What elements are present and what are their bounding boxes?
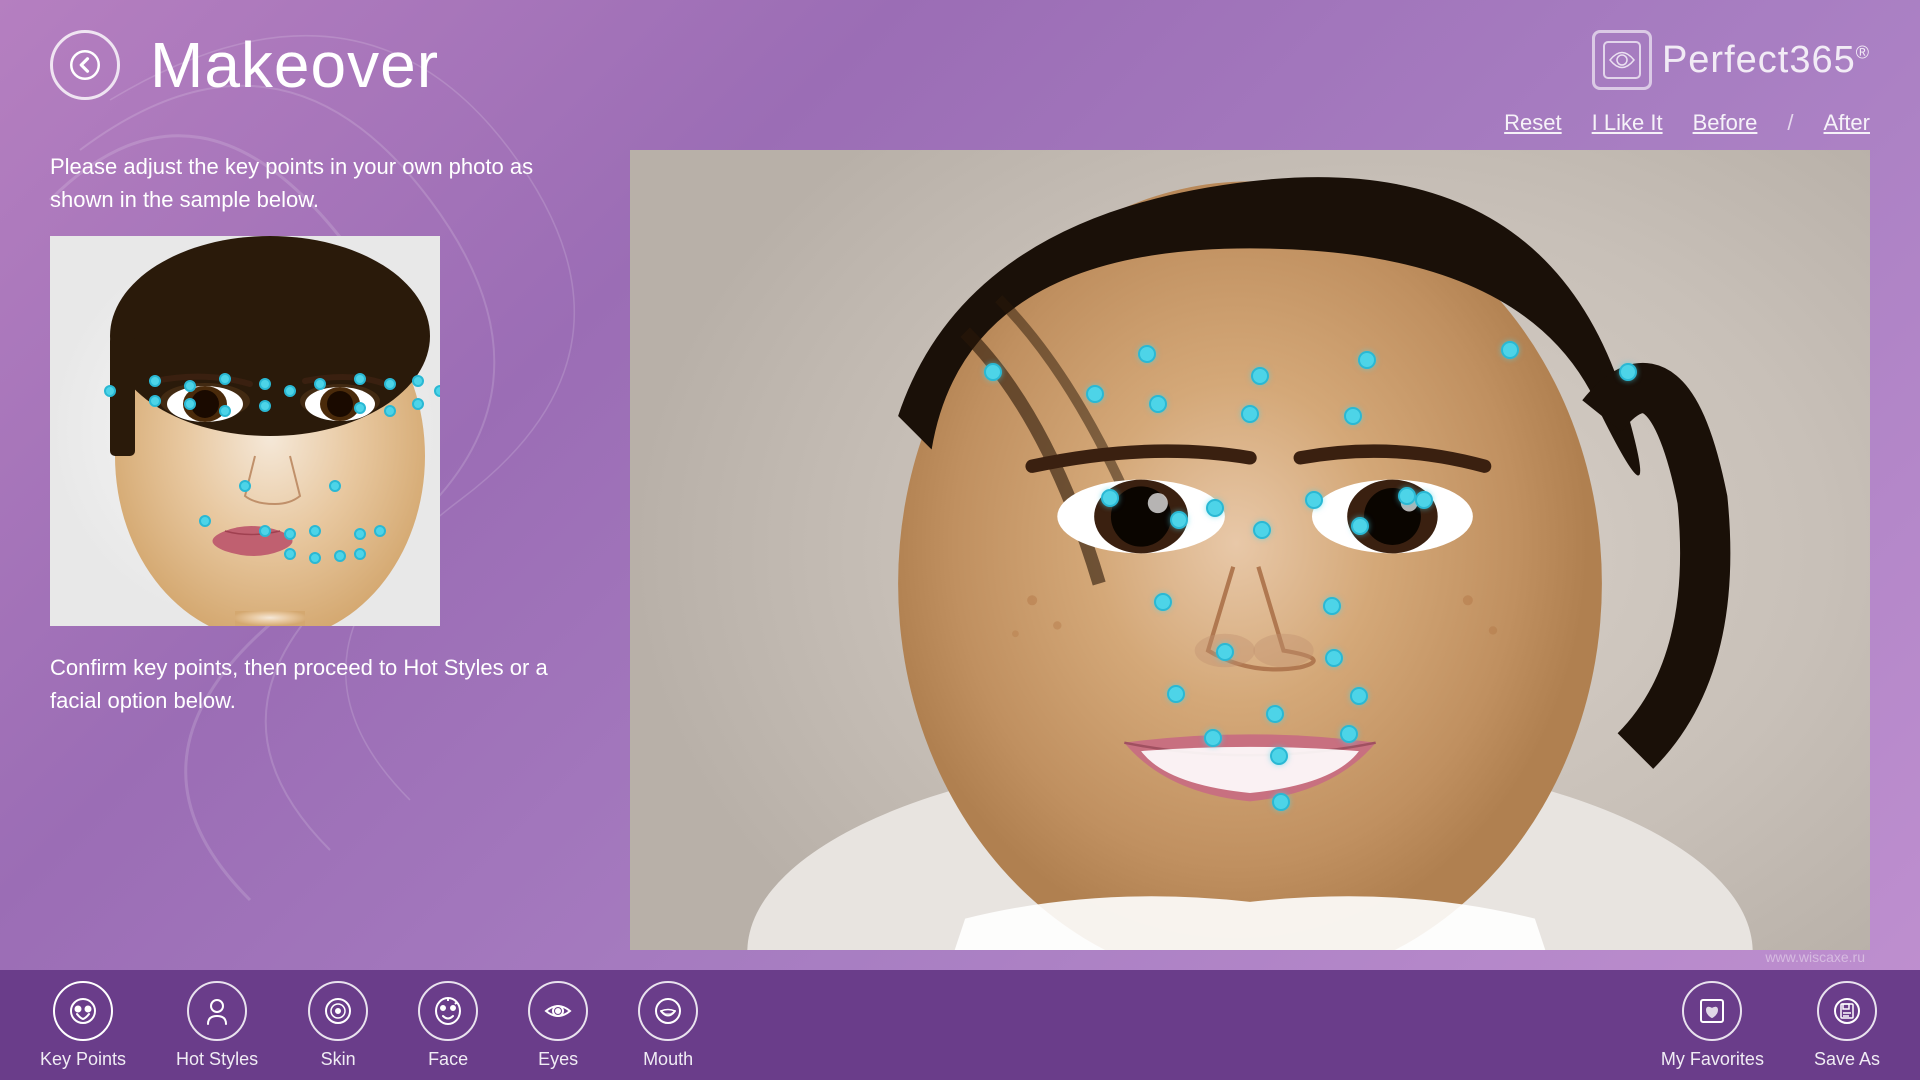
skin-label: Skin xyxy=(321,1049,356,1070)
toolbar-left: Key Points Hot Styles Skin xyxy=(40,981,698,1070)
main-keypoint[interactable] xyxy=(1170,511,1188,529)
toolbar-item-my-favorites[interactable]: My Favorites xyxy=(1661,981,1764,1070)
face-svg xyxy=(50,236,440,626)
eyes-label: Eyes xyxy=(538,1049,578,1070)
main-photo-area xyxy=(630,150,1870,950)
instruction-bottom: Confirm key points, then proceed to Hot … xyxy=(50,651,590,717)
main-keypoint[interactable] xyxy=(1350,687,1368,705)
back-button[interactable] xyxy=(50,30,120,100)
toolbar-item-hot-styles[interactable]: Hot Styles xyxy=(176,981,258,1070)
main-keypoint[interactable] xyxy=(1323,597,1341,615)
main-keypoint[interactable] xyxy=(1344,407,1362,425)
sample-image-container xyxy=(50,236,440,626)
toolbar-item-eyes[interactable]: Eyes xyxy=(528,981,588,1070)
save-as-icon xyxy=(1817,981,1877,1041)
hot-styles-icon xyxy=(187,981,247,1041)
page-title: Makeover xyxy=(150,28,439,102)
mouth-icon xyxy=(638,981,698,1041)
mouth-label: Mouth xyxy=(643,1049,693,1070)
toolbar-item-face[interactable]: Face xyxy=(418,981,478,1070)
instruction-top: Please adjust the key points in your own… xyxy=(50,150,590,216)
sample-face xyxy=(50,236,440,626)
my-favorites-label: My Favorites xyxy=(1661,1049,1764,1070)
main-keypoint[interactable] xyxy=(1241,405,1259,423)
main-keypoint[interactable] xyxy=(1101,489,1119,507)
main-keypoint[interactable] xyxy=(1086,385,1104,403)
toolbar-item-save-as[interactable]: Save As xyxy=(1814,981,1880,1070)
main-keypoint[interactable] xyxy=(1358,351,1376,369)
logo-icon xyxy=(1592,30,1652,90)
main-keypoint[interactable] xyxy=(1216,643,1234,661)
main-photo[interactable] xyxy=(630,150,1870,950)
main-keypoint[interactable] xyxy=(1253,521,1271,539)
toolbar-right: My Favorites Save As xyxy=(1661,981,1880,1070)
main-keypoint[interactable] xyxy=(1272,793,1290,811)
main-keypoint[interactable] xyxy=(1325,649,1343,667)
key-points-icon xyxy=(53,981,113,1041)
main-keypoint[interactable] xyxy=(1154,593,1172,611)
main-keypoint[interactable] xyxy=(1206,499,1224,517)
eyes-icon xyxy=(528,981,588,1041)
toolbar-item-key-points[interactable]: Key Points xyxy=(40,981,126,1070)
left-panel: Please adjust the key points in your own… xyxy=(50,150,590,950)
face-label: Face xyxy=(428,1049,468,1070)
main-keypoint[interactable] xyxy=(1415,491,1433,509)
my-favorites-icon xyxy=(1682,981,1742,1041)
face-icon xyxy=(418,981,478,1041)
toolbar: Key Points Hot Styles Skin xyxy=(0,970,1920,1080)
key-points-label: Key Points xyxy=(40,1049,126,1070)
main-keypoint[interactable] xyxy=(1251,367,1269,385)
hot-styles-label: Hot Styles xyxy=(176,1049,258,1070)
main-keypoints-overlay xyxy=(630,150,1870,950)
main-keypoint[interactable] xyxy=(1266,705,1284,723)
main-keypoint[interactable] xyxy=(984,363,1002,381)
save-as-label: Save As xyxy=(1814,1049,1880,1070)
main-keypoint[interactable] xyxy=(1138,345,1156,363)
toolbar-item-mouth[interactable]: Mouth xyxy=(638,981,698,1070)
main-keypoint[interactable] xyxy=(1351,517,1369,535)
main-keypoint[interactable] xyxy=(1619,363,1637,381)
main-keypoint[interactable] xyxy=(1340,725,1358,743)
main-keypoint[interactable] xyxy=(1270,747,1288,765)
main-keypoint[interactable] xyxy=(1167,685,1185,703)
skin-icon xyxy=(308,981,368,1041)
logo-text: Perfect365® xyxy=(1662,39,1870,82)
toolbar-item-skin[interactable]: Skin xyxy=(308,981,368,1070)
main-keypoint[interactable] xyxy=(1204,729,1222,747)
main-keypoint[interactable] xyxy=(1501,341,1519,359)
main-keypoint[interactable] xyxy=(1305,491,1323,509)
logo: Perfect365® xyxy=(1592,30,1870,90)
main-content: Please adjust the key points in your own… xyxy=(0,130,1920,970)
watermark: www.wiscaxe.ru xyxy=(1765,949,1865,965)
main-keypoint[interactable] xyxy=(1149,395,1167,413)
